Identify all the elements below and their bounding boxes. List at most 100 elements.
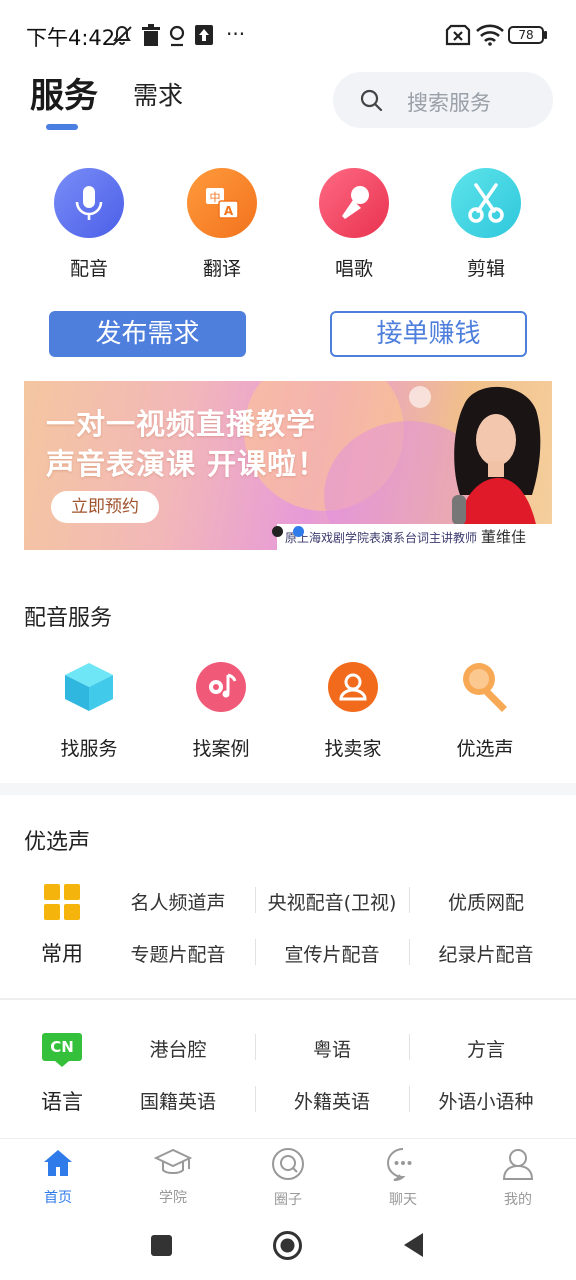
location-icon (169, 25, 185, 47)
banner-headline: 一对一视频直播教学 (46, 407, 317, 441)
preferred-voice-item[interactable]: 优选声 (430, 658, 540, 761)
quick-service-translate[interactable]: 中 A 翻译 (177, 168, 267, 281)
music-disc-icon (192, 658, 250, 716)
tag-chinese-english[interactable]: 国籍英语 (103, 1087, 253, 1114)
tab-services[interactable]: 服务 (30, 68, 98, 117)
tag-quality-web-dub[interactable]: 优质网配 (411, 888, 561, 915)
find-case-item[interactable]: 找案例 (166, 658, 276, 761)
promo-banner[interactable]: 一对一视频直播教学 声音表演课 开课啦！ 立即预约 原上海戏剧学院表演系台词主讲… (24, 381, 552, 550)
tag-cantonese[interactable]: 粤语 (257, 1035, 407, 1062)
row-divider (0, 998, 576, 1000)
divider (409, 939, 410, 965)
quick-service-label: 配音 (69, 258, 108, 280)
bell-muted-icon (112, 25, 132, 46)
take-orders-button[interactable]: 接单赚钱 (330, 311, 527, 357)
teacher-name: 董维佳 (481, 528, 527, 546)
system-nav-bar (0, 1220, 576, 1280)
dubbing-item-label: 找案例 (192, 738, 250, 760)
divider (255, 939, 256, 965)
find-service-item[interactable]: 找服务 (34, 658, 144, 761)
tag-dialect[interactable]: 方言 (411, 1035, 561, 1062)
quick-service-singing[interactable]: 唱歌 (309, 168, 399, 281)
search-icon (360, 89, 383, 112)
cn-badge-text: CN (50, 1038, 74, 1056)
upload-icon (195, 25, 213, 45)
quick-service-editing[interactable]: 剪辑 (441, 168, 531, 281)
quick-service-label: 剪辑 (466, 258, 505, 280)
chat-icon (387, 1148, 412, 1181)
publish-demand-button[interactable]: 发布需求 (49, 311, 246, 357)
battery-level: 78 (518, 28, 534, 42)
tag-promo-video[interactable]: 宣传片配音 (257, 940, 407, 967)
tag-documentary[interactable]: 纪录片配音 (411, 940, 561, 967)
tag-minor-languages[interactable]: 外语小语种 (411, 1087, 561, 1114)
translate-icon: 中 A (187, 168, 257, 238)
scissors-icon (451, 168, 521, 238)
no-sim-icon (445, 24, 471, 46)
book-now-button[interactable]: 立即预约 (51, 491, 159, 523)
search-placeholder: 搜索服务 (407, 91, 491, 115)
section-title-preferred: 优选声 (24, 830, 91, 855)
quick-service-label: 唱歌 (334, 258, 373, 280)
nav-home[interactable]: 首页 (18, 1147, 98, 1207)
divider (255, 1086, 256, 1112)
banner-caption: 原上海戏剧学院表演系台词主讲教师 董维佳 (277, 524, 552, 550)
search-bar[interactable]: 搜索服务 (333, 72, 553, 128)
home-button[interactable] (272, 1230, 303, 1261)
tag-hk-tw-accent[interactable]: 港台腔 (103, 1035, 253, 1062)
quick-service-label: 翻译 (202, 258, 241, 280)
nav-academy[interactable]: 学院 (133, 1147, 213, 1207)
nav-chat[interactable]: 聊天 (363, 1147, 443, 1209)
status-bar: 下午4:42 ··· 78 (0, 0, 576, 64)
dubbing-item-label: 找卖家 (324, 738, 382, 760)
nav-label: 我的 (504, 1192, 532, 1208)
nav-label: 圈子 (274, 1192, 302, 1208)
divider (409, 1034, 410, 1060)
active-tab-indicator (46, 124, 78, 130)
circle-icon (272, 1148, 304, 1180)
carousel-dot[interactable] (272, 526, 283, 537)
nav-label: 聊天 (389, 1192, 417, 1208)
badge-tail (55, 1061, 69, 1067)
status-time: 下午4:42 (26, 26, 116, 50)
divider (409, 887, 410, 913)
carousel-dot-active[interactable] (293, 526, 304, 537)
tab-demands[interactable]: 需求 (133, 76, 183, 112)
nav-circle[interactable]: 圈子 (248, 1147, 328, 1209)
recent-apps-button[interactable] (151, 1235, 172, 1256)
dubbing-item-label: 优选声 (456, 738, 514, 760)
cn-badge-icon: CN (42, 1033, 82, 1061)
divider (255, 887, 256, 913)
seller-icon (324, 658, 382, 716)
section-title-dubbing: 配音服务 (24, 606, 113, 631)
divider (409, 1086, 410, 1112)
tag-special-feature[interactable]: 专题片配音 (103, 940, 253, 967)
find-seller-item[interactable]: 找卖家 (298, 658, 408, 761)
battery-icon: 78 (508, 26, 544, 44)
karaoke-mic-icon (319, 168, 389, 238)
bottom-nav: 首页 学院 圈子 聊天 我的 (0, 1138, 576, 1220)
home-icon (44, 1150, 72, 1176)
back-button[interactable] (402, 1232, 424, 1258)
tag-foreign-english[interactable]: 外籍英语 (257, 1087, 407, 1114)
banner-subheadline: 声音表演课 开课啦！ (46, 447, 328, 481)
status-more: ··· (226, 22, 246, 46)
tag-celebrity-voice[interactable]: 名人频道声 (103, 888, 253, 915)
battery-tip (544, 31, 547, 39)
divider (255, 1034, 256, 1060)
nav-profile[interactable]: 我的 (478, 1147, 558, 1209)
tag-cctv-dubbing[interactable]: 央视配音(卫视) (257, 888, 407, 915)
nav-label: 学院 (159, 1190, 187, 1206)
graduation-cap-icon (153, 1148, 193, 1174)
trash-icon (142, 24, 160, 46)
microphone-icon (456, 658, 514, 716)
banner-caption-text: 原上海戏剧学院表演系台词主讲教师 (285, 531, 478, 545)
app-screen: 下午4:42 ··· 78 服务 需求 搜索服务 配音 中 A 翻译 唱歌 剪辑… (0, 0, 576, 1280)
cube-icon (60, 658, 118, 716)
wifi-icon (476, 24, 504, 46)
nav-label: 首页 (44, 1190, 72, 1206)
grid-icon (44, 884, 80, 920)
microphone-icon (54, 168, 124, 238)
dubbing-item-label: 找服务 (60, 738, 118, 760)
quick-service-dubbing[interactable]: 配音 (44, 168, 134, 281)
